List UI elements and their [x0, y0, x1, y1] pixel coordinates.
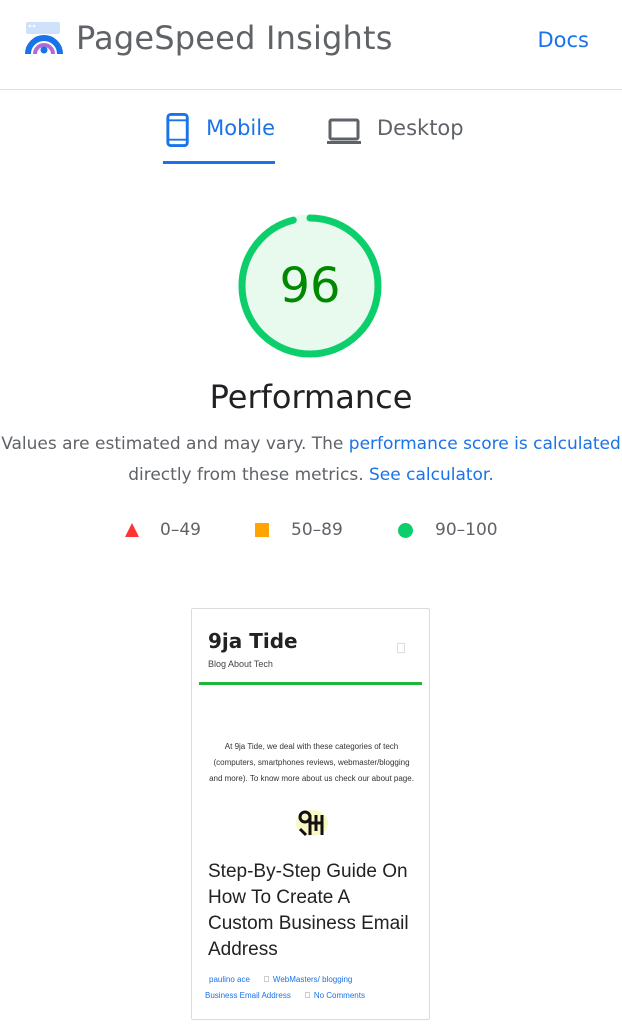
- laptop-icon: [327, 118, 361, 144]
- article-headline: Step-By-Step Guide On How To Create A Cu…: [208, 861, 409, 960]
- app-header: PageSpeed Insights Docs: [0, 0, 622, 90]
- see-calculator-link[interactable]: See calculator: [369, 465, 488, 485]
- triangle-icon: [125, 523, 139, 537]
- circle-icon: [398, 522, 413, 538]
- page-screenshot-thumbnail[interactable]: 9ja Tide Blog About Tech At 9ja Tide, we…: [191, 608, 430, 1020]
- category-icon: [263, 976, 269, 982]
- tab-desktop[interactable]: Desktop: [327, 106, 467, 164]
- square-icon: [255, 523, 269, 537]
- performance-title: Performance: [209, 378, 413, 416]
- performance-score-calculated-link[interactable]: performance score is calculated: [349, 434, 621, 454]
- site-logo: [296, 810, 328, 837]
- comments-icon: [304, 992, 310, 998]
- divider: [199, 682, 422, 685]
- docs-link[interactable]: Docs: [537, 28, 589, 52]
- legend-item-average: 50–89: [255, 520, 343, 540]
- description-period: .: [488, 465, 494, 485]
- score-description-line-2: directly from these metrics. See calcula…: [0, 465, 622, 485]
- description-text-2: directly from these metrics.: [128, 465, 369, 485]
- menu-icon: [397, 643, 405, 653]
- article-meta-row-2: Business Email Address No Comments: [205, 991, 365, 1000]
- tab-desktop-label: Desktop: [377, 116, 464, 140]
- performance-score: 96: [279, 258, 341, 314]
- author-icon: [205, 976, 207, 982]
- site-about-text: At 9ja Tide, we deal with these categori…: [209, 742, 414, 783]
- tab-mobile-label: Mobile: [206, 116, 275, 140]
- article-author: paulino ace: [209, 975, 250, 984]
- pagespeed-logo-icon[interactable]: [24, 20, 64, 58]
- app-title: PageSpeed Insights: [76, 19, 393, 57]
- description-text-1: Values are estimated and may vary. The: [1, 434, 349, 454]
- legend-item-fail: 0–49: [124, 520, 201, 540]
- article-category: WebMasters/ blogging: [272, 975, 353, 984]
- legend-fail-range: 0–49: [160, 520, 201, 540]
- tab-mobile[interactable]: Mobile: [163, 106, 275, 164]
- article-tag: Business Email Address: [205, 991, 291, 1000]
- site-brand: 9ja Tide: [208, 629, 298, 653]
- site-tagline: Blog About Tech: [208, 659, 273, 669]
- legend-item-pass: 90–100: [398, 520, 498, 540]
- legend-pass-range: 90–100: [435, 520, 498, 540]
- legend-average-range: 50–89: [291, 520, 343, 540]
- article-comments: No Comments: [313, 991, 365, 1000]
- article-meta-row-1: paulino ace WebMasters/ blogging: [205, 975, 352, 984]
- score-description-line-1: Values are estimated and may vary. The p…: [0, 434, 622, 454]
- mobile-phone-icon: [166, 113, 189, 147]
